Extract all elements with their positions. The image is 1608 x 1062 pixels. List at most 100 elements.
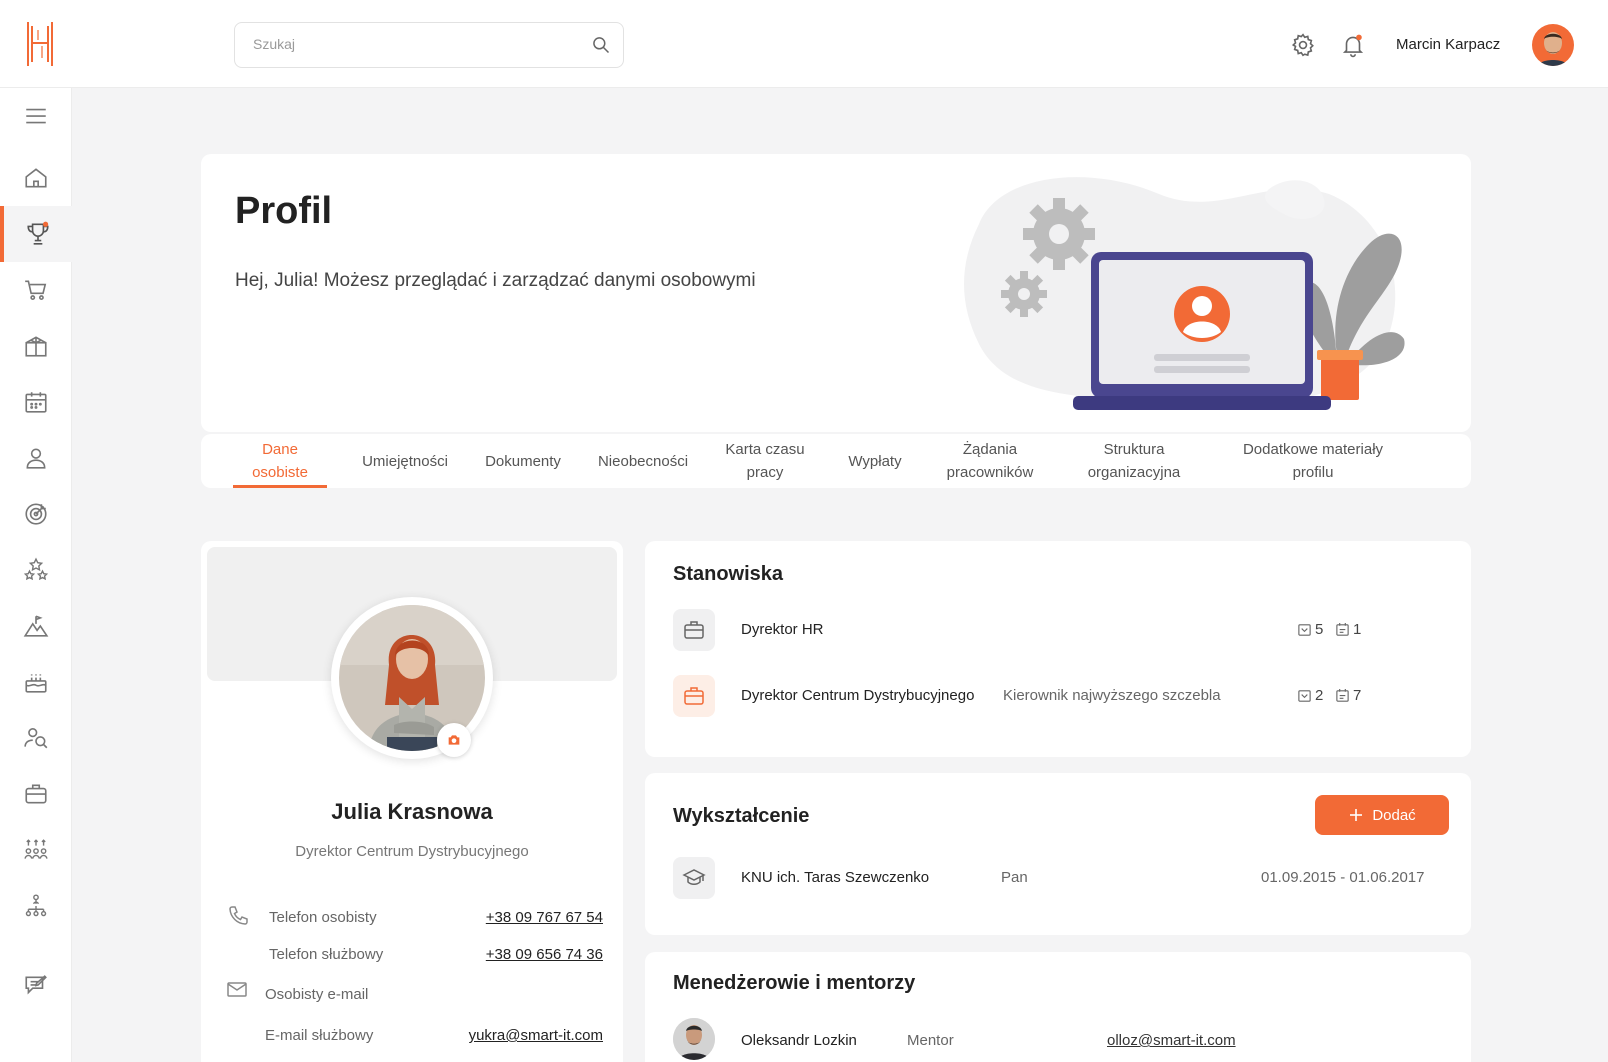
position-badge-b: 1 (1335, 621, 1361, 638)
days-calendar-icon (1336, 622, 1349, 636)
search-input[interactable] (253, 36, 573, 52)
vacation-calendar-icon (1298, 624, 1311, 636)
manager-email-link[interactable]: olloz@smart-it.com (1107, 1032, 1236, 1049)
stars-icon (23, 557, 49, 581)
tab-personal-data[interactable]: Dane osobiste (233, 438, 327, 488)
contact-label-personal-email: Osobisty e-mail (265, 986, 369, 1003)
education-period: 01.09.2015 - 01.06.2017 (1261, 869, 1425, 886)
tab-employee-requests[interactable]: Żądania pracowników (929, 438, 1051, 484)
graduation-cap-icon (682, 869, 706, 885)
briefcase-icon (25, 784, 47, 804)
managers-card: Menedżerowie i mentorzy Oleksandr Lozkin… (645, 952, 1471, 1062)
profile-card: Julia Krasnowa Dyrektor Centrum Dystrybu… (201, 541, 623, 1062)
phone-icon (229, 906, 248, 925)
search-box[interactable] (234, 22, 624, 68)
education-school: KNU ich. Taras Szewczenko (741, 869, 930, 886)
home-icon (25, 168, 47, 188)
tab-absences[interactable]: Nieobecności (587, 438, 699, 484)
menu-icon[interactable] (23, 103, 49, 129)
position-name: Dyrektor HR (741, 621, 824, 638)
profile-hero: Profil Hej, Julia! Możesz przeglądać i z… (201, 154, 1471, 432)
position-badge-a: 5 (1297, 621, 1323, 638)
sidebar-item-calendar[interactable] (0, 374, 72, 430)
sidebar-item-profile[interactable] (0, 430, 72, 486)
user-icon (26, 448, 46, 469)
tab-payouts[interactable]: Wypłaty (835, 438, 915, 484)
page-subtitle: Hej, Julia! Możesz przeglądać i zarządza… (235, 270, 756, 291)
mountain-flag-icon (23, 615, 49, 637)
position-badge-a: 2 (1297, 687, 1323, 704)
tab-org-structure[interactable]: Struktura organizacyjna (1067, 438, 1201, 484)
sidebar-menu-toggle[interactable] (0, 88, 72, 144)
positions-card: Stanowiska Dyrektor HR 5 1 Dyrektor Cent… (645, 541, 1471, 757)
contact-work-phone-link[interactable]: +38 09 656 74 36 (435, 946, 603, 963)
profile-role: Dyrektor Centrum Dystrybucyjnego (295, 843, 529, 860)
tab-timesheet[interactable]: Karta czasu pracy (709, 438, 821, 484)
education-card: Wykształcenie Dodać KNU ich. Taras Szewc… (645, 773, 1471, 935)
team-icon (24, 839, 48, 859)
education-title: Wykształcenie (673, 805, 810, 827)
hr-logo-icon[interactable] (24, 20, 56, 68)
gear-icon[interactable] (1290, 32, 1316, 58)
user-name[interactable]: Marcin Karpacz (1396, 36, 1500, 53)
sidebar (0, 88, 72, 1062)
tab-skills[interactable]: Umiejętności (343, 438, 467, 484)
manager-avatar[interactable] (673, 1018, 715, 1060)
sidebar-item-vacancies[interactable] (0, 766, 72, 822)
mail-icon (227, 982, 247, 997)
briefcase-icon (684, 687, 704, 705)
contact-label-work-email: E-mail służbowy (265, 1027, 374, 1044)
calendar-icon (25, 392, 47, 413)
org-structure-icon (25, 894, 47, 917)
sidebar-item-feedback[interactable] (0, 958, 72, 1014)
target-icon (25, 503, 47, 525)
sidebar-item-ratings[interactable] (0, 542, 72, 598)
profile-illustration (964, 177, 1405, 410)
sidebar-item-benefits[interactable] (0, 318, 72, 374)
sidebar-item-structure[interactable] (0, 878, 72, 934)
tab-additional-materials[interactable]: Dodatkowe materiały profilu (1223, 438, 1403, 484)
days-calendar-icon (1336, 688, 1349, 702)
contact-work-email-link[interactable]: yukra@smart-it.com (435, 1027, 603, 1044)
contact-label-personal-phone: Telefon osobisty (269, 909, 377, 926)
add-education-button[interactable]: Dodać (1315, 795, 1449, 835)
tab-documents[interactable]: Dokumenty (473, 438, 573, 484)
position-icon (673, 609, 715, 651)
profile-name: Julia Krasnowa (331, 799, 493, 824)
positions-title: Stanowiska (673, 563, 784, 585)
sidebar-item-shop[interactable] (0, 262, 72, 318)
sidebar-item-home[interactable] (0, 150, 72, 206)
top-bar: Marcin Karpacz (0, 0, 1608, 88)
education-icon (673, 857, 715, 899)
position-badge-b: 7 (1335, 687, 1361, 704)
contact-label-work-phone: Telefon służbowy (269, 946, 384, 963)
user-search-icon (24, 727, 48, 749)
cart-icon (25, 280, 47, 301)
sidebar-item-events[interactable] (0, 654, 72, 710)
gift-icon (25, 336, 47, 357)
sidebar-item-goals[interactable] (0, 486, 72, 542)
sidebar-item-achievements[interactable] (0, 206, 72, 262)
sidebar-item-career[interactable] (0, 598, 72, 654)
managers-title: Menedżerowie i mentorzy (673, 972, 916, 994)
search-icon[interactable] (591, 35, 611, 55)
position-level: Kierownik najwyższego szczebla (1003, 687, 1221, 704)
manager-role: Mentor (907, 1032, 954, 1049)
position-name: Dyrektor Centrum Dystrybucyjnego (741, 687, 975, 704)
page-title: Profil (235, 190, 333, 232)
camera-icon (448, 735, 460, 745)
manager-name: Oleksandr Lozkin (741, 1032, 857, 1049)
plus-icon (1350, 809, 1363, 821)
profile-tabs: Dane osobiste Umiejętności Dokumenty Nie… (201, 434, 1471, 488)
briefcase-icon (684, 621, 704, 639)
sidebar-item-team[interactable] (0, 822, 72, 878)
user-avatar[interactable] (1532, 24, 1574, 66)
education-degree: Pan (1001, 869, 1028, 886)
contact-personal-phone-link[interactable]: +38 09 767 67 54 (435, 909, 603, 926)
sidebar-item-recruitment[interactable] (0, 710, 72, 766)
vacation-calendar-icon (1298, 690, 1311, 702)
bell-icon[interactable] (1340, 32, 1366, 58)
change-photo-button[interactable] (437, 723, 471, 757)
cake-icon (25, 674, 47, 693)
trophy-icon (27, 221, 49, 245)
